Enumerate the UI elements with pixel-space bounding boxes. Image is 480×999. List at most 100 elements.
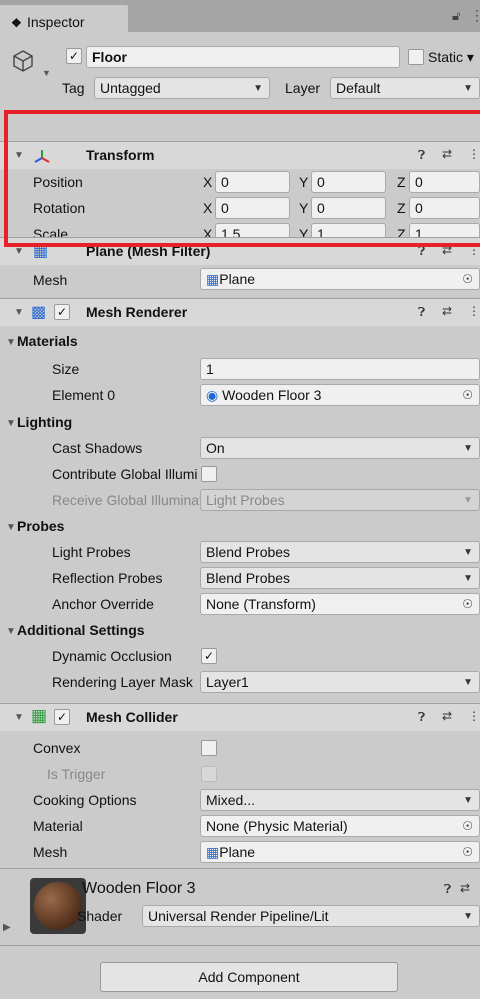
additional-settings-foldout[interactable]: Additional Settings bbox=[17, 622, 145, 638]
info-icon: ❖ bbox=[11, 16, 22, 30]
fold-arrow-icon[interactable]: ▼ bbox=[6, 418, 16, 429]
cooking-options-dropdown[interactable]: Mixed... ▼ bbox=[200, 789, 480, 811]
materials-size-label: Size bbox=[52, 361, 80, 377]
cast-shadows-dropdown[interactable]: On ▼ bbox=[200, 437, 480, 459]
static-checkbox[interactable] bbox=[408, 49, 424, 65]
probes-foldout[interactable]: Probes bbox=[17, 518, 64, 534]
cooking-options-value: Mixed... bbox=[206, 792, 256, 808]
collider-mesh-label: Mesh bbox=[33, 844, 68, 860]
more-options-icon[interactable]: ⋮ bbox=[470, 7, 480, 24]
chevron-down-icon: ▼ bbox=[463, 677, 473, 688]
is-trigger-label: Is Trigger bbox=[47, 766, 106, 782]
object-picker-icon[interactable]: ☉ bbox=[462, 818, 473, 834]
cube-dropdown-icon[interactable]: ▼ bbox=[42, 68, 51, 78]
lock-icon[interactable]: 🔓︎ bbox=[452, 8, 460, 24]
cube-icon bbox=[13, 50, 33, 72]
fold-arrow-icon[interactable]: ▼ bbox=[14, 307, 24, 318]
light-probes-value: Blend Probes bbox=[206, 544, 291, 560]
collider-mesh-field[interactable]: ▦Plane ☉ bbox=[200, 841, 480, 863]
material-asset-icon: ◉ bbox=[206, 387, 219, 403]
add-component-button[interactable]: Add Component bbox=[100, 962, 398, 992]
layer-value: Default bbox=[336, 80, 381, 96]
shader-label: Shader bbox=[77, 908, 123, 924]
object-picker-icon[interactable]: ☉ bbox=[462, 596, 473, 612]
mesh-object-field[interactable]: ▦Plane ☉ bbox=[200, 268, 480, 290]
rendering-layer-mask-value: Layer1 bbox=[206, 674, 249, 690]
gameobject-name-input[interactable]: Floor bbox=[86, 46, 400, 68]
layer-dropdown[interactable]: Default ▼ bbox=[330, 77, 480, 99]
mesh-value: Plane bbox=[219, 271, 256, 287]
materials-size-field[interactable]: 1 bbox=[200, 358, 480, 380]
rendering-layer-mask-dropdown[interactable]: Layer1 ▼ bbox=[200, 671, 480, 693]
chevron-down-icon: ▼ bbox=[463, 573, 473, 584]
presets-icon[interactable]: ⇄ bbox=[442, 304, 452, 318]
contribute-gi-label: Contribute Global Illumination bbox=[52, 466, 198, 482]
help-icon[interactable]: ❓︎ bbox=[444, 882, 451, 897]
help-icon[interactable]: ❓︎ bbox=[418, 710, 425, 725]
material-element-value: Wooden Floor 3 bbox=[222, 387, 322, 403]
chevron-down-icon: ▼ bbox=[253, 83, 263, 94]
divider bbox=[0, 945, 480, 946]
lighting-foldout[interactable]: Lighting bbox=[17, 414, 72, 430]
collider-material-label: Material bbox=[33, 818, 83, 834]
reflection-probes-label: Reflection Probes bbox=[52, 570, 163, 586]
object-picker-icon[interactable]: ☉ bbox=[462, 387, 473, 403]
collider-mesh-value: Plane bbox=[219, 844, 256, 860]
material-element-field[interactable]: ◉ Wooden Floor 3 ☉ bbox=[200, 384, 480, 406]
collider-material-field[interactable]: None (Physic Material) ☉ bbox=[200, 815, 480, 837]
contribute-gi-checkbox[interactable] bbox=[201, 466, 217, 482]
fold-arrow-icon[interactable]: ▼ bbox=[14, 246, 24, 257]
tab-inspector[interactable]: ❖ Inspector bbox=[0, 5, 128, 32]
presets-icon[interactable]: ⇄ bbox=[460, 881, 470, 895]
object-picker-icon[interactable]: ☉ bbox=[462, 271, 473, 287]
mesh-collider-icon: ▦ bbox=[31, 706, 48, 725]
material-preview-sphere bbox=[30, 878, 86, 934]
receive-gi-label: Receive Global Illumination bbox=[52, 492, 200, 508]
mesh-label: Mesh bbox=[33, 272, 68, 288]
material-name: Wooden Floor 3 bbox=[82, 880, 196, 897]
tab-bar: ❖ Inspector 🔓︎ ⋮ bbox=[0, 0, 480, 32]
cast-shadows-label: Cast Shadows bbox=[52, 440, 143, 456]
layer-label: Layer bbox=[285, 80, 321, 96]
object-picker-icon[interactable]: ☉ bbox=[462, 844, 473, 860]
light-probes-dropdown[interactable]: Blend Probes ▼ bbox=[200, 541, 480, 563]
mesh-renderer-enabled-checkbox[interactable]: ✓ bbox=[54, 304, 70, 320]
receive-gi-dropdown: Light Probes ▼ bbox=[200, 489, 480, 511]
mesh-asset-icon: ▦ bbox=[206, 271, 220, 287]
expand-arrow-icon[interactable]: ▶ bbox=[3, 922, 11, 933]
dynamic-occlusion-label: Dynamic Occlusion bbox=[52, 648, 172, 664]
divider bbox=[0, 868, 480, 869]
mesh-collider-header[interactable]: ▼ ▦ ✓ Mesh Collider ❓︎ ⇄ ⋮ bbox=[0, 703, 480, 731]
materials-element-label: Element 0 bbox=[52, 387, 116, 403]
help-icon[interactable]: ❓︎ bbox=[418, 305, 425, 320]
fold-arrow-icon[interactable]: ▼ bbox=[6, 626, 16, 637]
tag-label: Tag bbox=[62, 80, 85, 96]
chevron-down-icon: ▼ bbox=[463, 83, 473, 94]
presets-icon[interactable]: ⇄ bbox=[442, 709, 452, 723]
mesh-renderer-title: Mesh Renderer bbox=[86, 304, 188, 320]
fold-arrow-icon[interactable]: ▼ bbox=[14, 712, 24, 723]
fold-arrow-icon[interactable]: ▼ bbox=[6, 522, 16, 533]
anchor-override-field[interactable]: None (Transform) ☉ bbox=[200, 593, 480, 615]
chevron-down-icon: ▼ bbox=[463, 911, 473, 922]
mesh-renderer-icon: ▩ bbox=[31, 304, 47, 321]
fold-arrow-icon[interactable]: ▼ bbox=[6, 337, 16, 348]
mesh-asset-icon: ▦ bbox=[206, 844, 220, 860]
more-options-icon[interactable]: ⋮ bbox=[468, 709, 480, 723]
dynamic-occlusion-checkbox[interactable]: ✓ bbox=[201, 648, 217, 664]
receive-gi-value: Light Probes bbox=[206, 492, 285, 508]
transform-highlight-box bbox=[4, 110, 480, 247]
light-probes-label: Light Probes bbox=[52, 544, 131, 560]
static-label[interactable]: Static ▾ bbox=[428, 49, 480, 66]
reflection-probes-dropdown[interactable]: Blend Probes ▼ bbox=[200, 567, 480, 589]
active-checkbox[interactable]: ✓ bbox=[66, 48, 82, 64]
mesh-collider-enabled-checkbox[interactable]: ✓ bbox=[54, 709, 70, 725]
more-options-icon[interactable]: ⋮ bbox=[468, 304, 480, 318]
mesh-renderer-header[interactable]: ▼ ▩ ✓ Mesh Renderer ❓︎ ⇄ ⋮ bbox=[0, 298, 480, 326]
materials-foldout[interactable]: Materials bbox=[17, 333, 78, 349]
shader-dropdown[interactable]: Universal Render Pipeline/Lit ▼ bbox=[142, 905, 480, 927]
rendering-layer-mask-label: Rendering Layer Mask bbox=[52, 674, 193, 690]
convex-checkbox[interactable] bbox=[201, 740, 217, 756]
tag-value: Untagged bbox=[100, 80, 161, 96]
tag-dropdown[interactable]: Untagged ▼ bbox=[94, 77, 270, 99]
